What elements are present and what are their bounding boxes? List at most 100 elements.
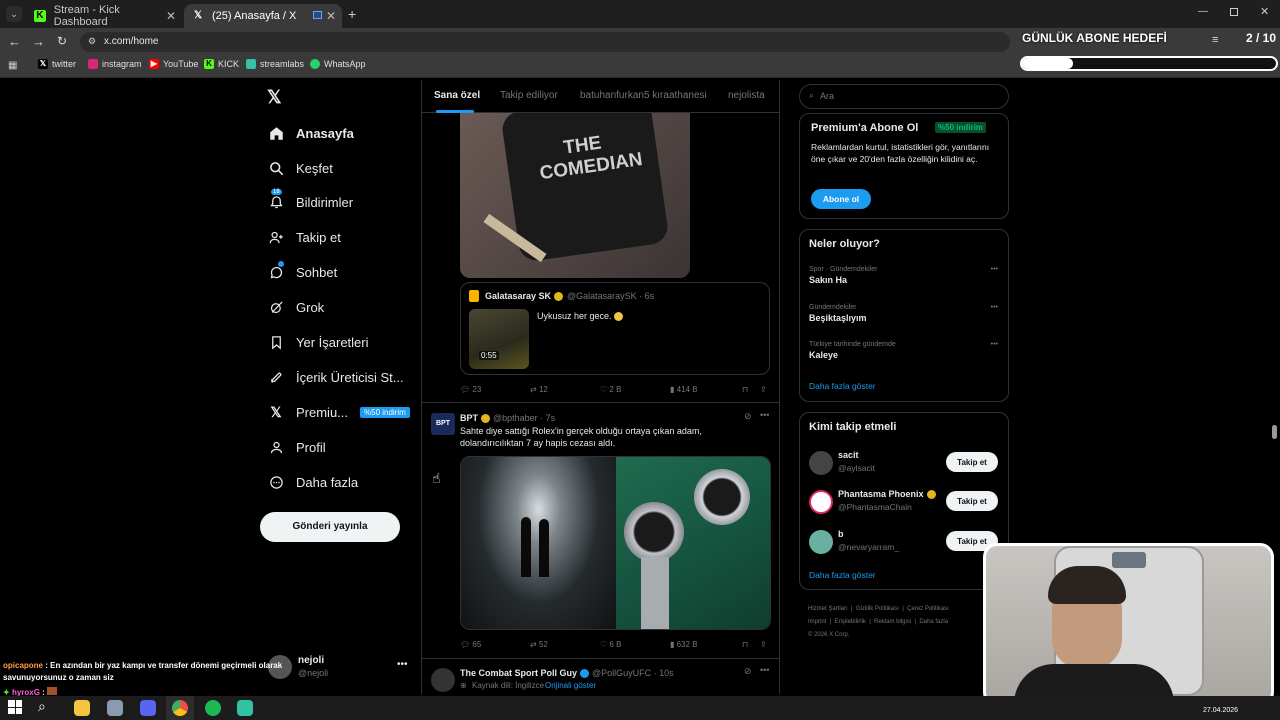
nav-follow[interactable]: Takip et xyxy=(268,225,341,249)
tab-search-button[interactable]: ⌄ xyxy=(6,6,22,22)
trend-menu-icon[interactable]: ••• xyxy=(991,304,998,311)
apps-grid-icon[interactable]: ▦ xyxy=(8,60,17,71)
like-button[interactable]: ♡ 2 B xyxy=(600,385,621,394)
quoted-video-thumb[interactable]: 0:55 xyxy=(469,309,529,369)
spotify-icon[interactable] xyxy=(205,700,221,716)
nav-creator-studio[interactable]: İçerik Üreticisi St... xyxy=(268,365,404,389)
footer-link[interactable]: Gizlilik Politikası xyxy=(856,606,899,612)
repost-button[interactable]: ⇄ 52 xyxy=(530,640,548,649)
follow-suggestion[interactable]: Phantasma Phoenix @PhantasmaChain Takip … xyxy=(800,488,1008,516)
trend-menu-icon[interactable]: ••• xyxy=(991,341,998,348)
windows-taskbar: ⌕ 27.04.2026 xyxy=(0,696,1280,720)
post-image[interactable] xyxy=(460,456,771,630)
trend-menu-icon[interactable]: ••• xyxy=(991,266,998,273)
bookmark-twitter[interactable]: 𝕏twitter xyxy=(38,59,76,69)
tab-kick-dashboard[interactable]: K Stream - Kick Dashboard ✕ xyxy=(26,4,182,28)
tab-for-you[interactable]: Sana özel xyxy=(434,90,480,101)
footer-link[interactable]: Daha fazla xyxy=(919,619,948,625)
nav-more[interactable]: Daha fazla xyxy=(268,470,358,494)
back-icon[interactable]: ← xyxy=(8,34,21,49)
tab-list-nejolista[interactable]: nejolista xyxy=(728,90,765,101)
bookmark-icon xyxy=(268,334,284,350)
footer-link[interactable]: Çerez Politikası xyxy=(907,606,949,612)
quoted-tweet[interactable]: Galatasaray SK @GalatasaraySK · 6s 0:55 … xyxy=(460,282,770,375)
trend-item[interactable]: Türkiye tarihinde gündemde Kaleye ••• xyxy=(809,341,1001,360)
search-bar[interactable]: ⌕ Ara xyxy=(799,84,1009,109)
nav-explore[interactable]: Keşfet xyxy=(268,156,333,180)
close-icon[interactable]: ✕ xyxy=(166,9,176,23)
footer-link[interactable]: Imprint xyxy=(808,619,826,625)
footer-link[interactable]: Erişilebilirlik xyxy=(835,619,866,625)
nav-bookmarks[interactable]: Yer İşaretleri xyxy=(268,330,369,354)
avatar[interactable]: BPT xyxy=(431,413,455,435)
new-tab-button[interactable]: + xyxy=(348,6,356,22)
like-button[interactable]: ♡ 6 B xyxy=(600,640,621,649)
follow-button[interactable]: Takip et xyxy=(946,452,998,472)
follow-suggestion[interactable]: b @nevaryarram_ Takip et xyxy=(800,528,1008,556)
file-explorer-icon[interactable] xyxy=(74,700,90,716)
views-button[interactable]: ▮ 414 B xyxy=(670,385,698,394)
bookmark-youtube[interactable]: ▶ YouTube xyxy=(149,59,198,69)
subscribe-button[interactable]: Abone ol xyxy=(811,189,871,209)
scrollbar-thumb[interactable] xyxy=(1272,425,1277,439)
post-image[interactable]: THE COMEDIAN xyxy=(460,113,690,278)
nav-grok[interactable]: Grok xyxy=(268,295,324,319)
grok-icon[interactable]: ⊘ xyxy=(744,666,752,677)
site-info-icon[interactable]: ⚙ xyxy=(88,36,96,47)
search-icon[interactable]: ⌕ xyxy=(38,698,46,715)
nav-chat[interactable]: Sohbet xyxy=(268,260,337,284)
bookmark-kick[interactable]: K KICK xyxy=(204,59,239,69)
streaming-app-icon[interactable] xyxy=(237,700,253,716)
trend-item[interactable]: Spor · Gündemdekiler Sakın Ha ••• xyxy=(809,266,1001,285)
windows-start-icon[interactable] xyxy=(8,700,22,714)
discord-icon[interactable] xyxy=(140,700,156,716)
bookmark-icon[interactable]: ⊓ xyxy=(742,640,748,649)
account-menu-icon[interactable]: ••• xyxy=(397,659,408,670)
app-icon[interactable] xyxy=(107,700,123,716)
restore-button[interactable] xyxy=(1230,8,1238,16)
footer-link[interactable]: Reklam bilgisi xyxy=(874,619,911,625)
nav-notifications[interactable]: 18 Bildirimler xyxy=(268,189,353,214)
footer-link[interactable]: Hizmet Şartları xyxy=(808,606,848,612)
rocket-icon xyxy=(268,369,284,385)
close-window-button[interactable]: ✕ xyxy=(1260,5,1269,18)
share-icon[interactable]: ⇪ xyxy=(760,640,767,649)
reply-button[interactable]: 💬︎ 23 xyxy=(460,385,481,394)
discount-badge: %50 indirim xyxy=(360,406,410,418)
grok-icon[interactable]: ⊘ xyxy=(744,411,752,422)
trend-category: Spor · Gündemdekiler xyxy=(809,266,878,273)
tab-x-home[interactable]: 𝕏 (25) Anasayfa / X ✕ xyxy=(184,4,342,28)
close-icon[interactable]: ✕ xyxy=(326,9,336,23)
x-logo-icon[interactable]: 𝕏 xyxy=(267,87,282,108)
follow-icon xyxy=(268,229,284,245)
search-input[interactable]: Ara xyxy=(820,91,834,101)
views-button[interactable]: ▮ 632 B xyxy=(670,640,698,649)
nav-home[interactable]: Anasayfa xyxy=(268,121,354,145)
mouse-cursor-icon: ☝︎ xyxy=(432,470,441,486)
repost-button[interactable]: ⇄ 12 xyxy=(530,385,548,394)
bookmark-whatsapp[interactable]: WhatsApp xyxy=(310,59,366,69)
show-more-follow-link[interactable]: Daha fazla göster xyxy=(809,570,876,580)
nav-profile[interactable]: Profil xyxy=(268,435,326,459)
post-button[interactable]: Gönderi yayınla xyxy=(260,512,400,542)
avatar[interactable] xyxy=(431,668,455,692)
nav-premium[interactable]: 𝕏 Premiu... %50 indirim xyxy=(268,400,410,424)
share-icon[interactable]: ⇪ xyxy=(760,385,767,394)
post-menu-icon[interactable]: ••• xyxy=(760,665,769,675)
follow-button[interactable]: Takip et xyxy=(946,491,998,511)
tab-list-kiraathanesi[interactable]: batuhanfurkan5 kıraathanesi xyxy=(580,90,707,101)
url-field[interactable]: ⚙ x.com/home xyxy=(80,32,1010,52)
forward-icon[interactable]: → xyxy=(32,34,45,49)
reload-icon[interactable]: ↻ xyxy=(57,34,67,48)
trend-item[interactable]: Gündemdekiler Beşiktaşlıyım ••• xyxy=(809,304,1001,323)
show-original-link[interactable]: Orijinali göster xyxy=(545,681,596,690)
reply-button[interactable]: 💬︎ 65 xyxy=(460,640,481,649)
post-menu-icon[interactable]: ••• xyxy=(760,410,769,420)
bookmark-streamlabs[interactable]: streamlabs xyxy=(246,59,304,69)
follow-suggestion[interactable]: sacit @aylsacit Takip et xyxy=(800,449,1008,477)
minimize-button[interactable]: — xyxy=(1198,6,1208,17)
bookmark-icon[interactable]: ⊓ xyxy=(742,385,748,394)
bookmark-instagram[interactable]: instagram xyxy=(88,59,142,69)
tab-following[interactable]: Takip ediliyor xyxy=(500,90,558,101)
show-more-trends-link[interactable]: Daha fazla göster xyxy=(809,381,876,391)
